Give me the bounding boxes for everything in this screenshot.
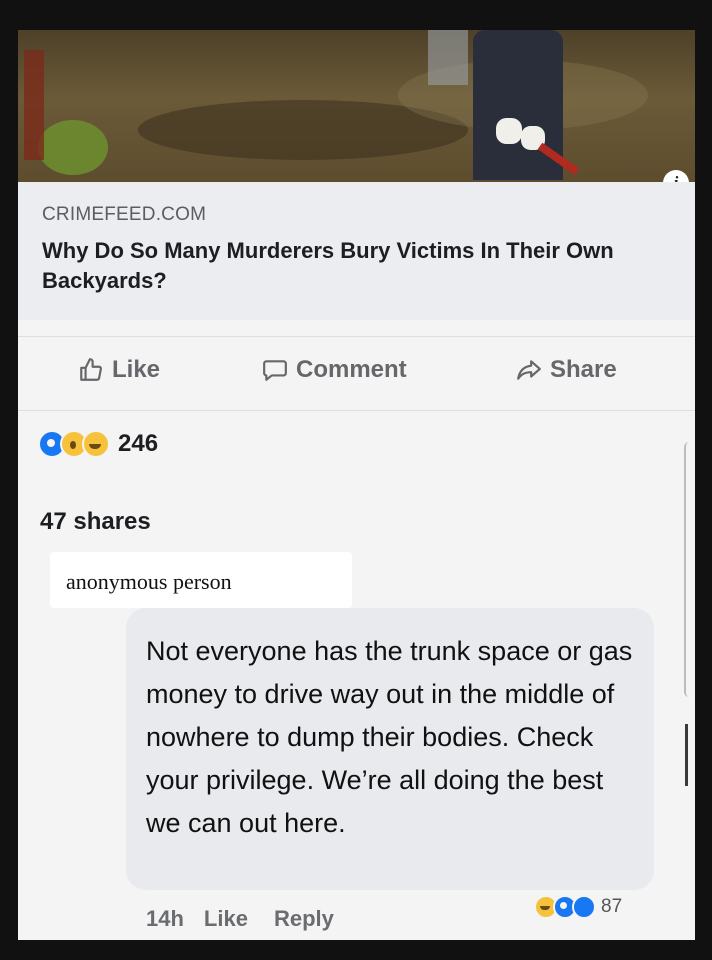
comment-reply-link[interactable]: Reply [274, 906, 334, 932]
reaction-summary[interactable]: 246 [38, 430, 158, 458]
comment-like-link[interactable]: Like [204, 906, 248, 932]
comment-reaction-count: 87 [601, 896, 623, 917]
divider [18, 336, 695, 337]
haha-reaction-icon [82, 430, 110, 458]
comment-bubble: Not everyone has the trunk space or gas … [126, 608, 654, 890]
share-label: Share [550, 356, 617, 383]
plant-stem [24, 50, 44, 160]
comment-text: Not everyone has the trunk space or gas … [146, 636, 633, 838]
plant [38, 120, 108, 175]
comment-icon [263, 360, 287, 381]
panel-edge [684, 442, 689, 697]
divider [18, 410, 695, 411]
like-reaction-icon [572, 895, 596, 919]
link-preview-image[interactable] [18, 30, 695, 182]
share-button[interactable]: Share [516, 356, 617, 384]
comment-reactions[interactable]: 87 [534, 895, 622, 919]
link-domain: CRIMEFEED.COM [42, 204, 207, 225]
link-headline[interactable]: Why Do So Many Murderers Bury Victims In… [42, 236, 682, 296]
thumbs-up-icon [80, 358, 102, 381]
share-count[interactable]: 47 shares [40, 508, 151, 536]
scrollbar[interactable] [685, 724, 688, 786]
like-button[interactable]: Like [78, 356, 160, 384]
comment-author[interactable]: anonymous person [66, 569, 232, 595]
reaction-count: 246 [118, 430, 159, 457]
comment-timestamp[interactable]: 14h [146, 906, 184, 932]
person-legs [428, 30, 468, 85]
like-label: Like [112, 356, 161, 383]
comment-meta: 14h Like Reply [146, 906, 334, 932]
share-icon [517, 360, 541, 380]
facebook-post: i CRIMEFEED.COM Why Do So Many Murderers… [18, 30, 695, 940]
link-preview-caption[interactable]: CRIMEFEED.COM Why Do So Many Murderers B… [18, 182, 695, 320]
comment-label: Comment [296, 356, 407, 383]
glove [496, 118, 522, 144]
comment-author-tag: anonymous person [50, 552, 352, 608]
comment-button[interactable]: Comment [262, 356, 407, 384]
post-action-bar: Like Comment Share [18, 348, 695, 398]
